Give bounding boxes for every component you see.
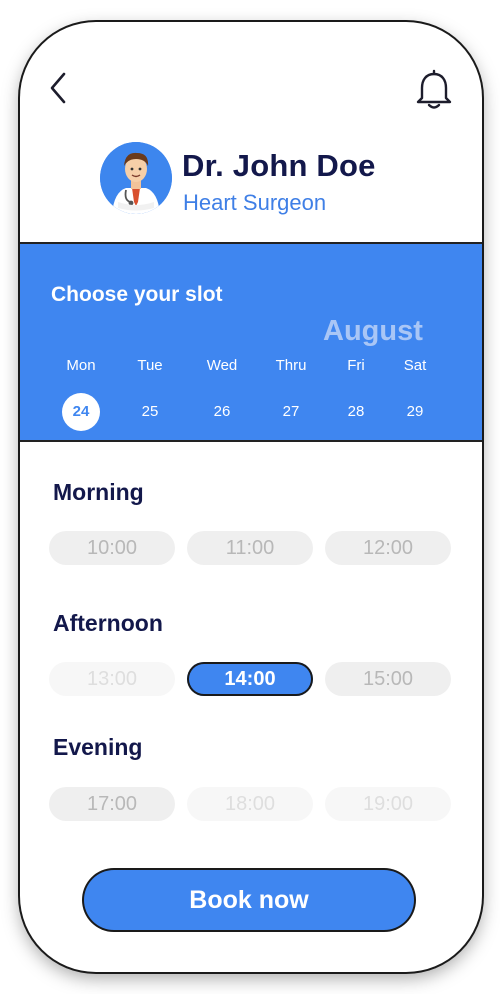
- day-name: Thru: [275, 357, 307, 374]
- day-name: Wed: [206, 357, 238, 374]
- chevron-left-icon[interactable]: [44, 68, 72, 108]
- day-tue[interactable]: Tue 25: [120, 356, 180, 431]
- time-slot[interactable]: 12:00: [325, 531, 451, 565]
- bell-icon[interactable]: [412, 68, 456, 112]
- phone-frame: Dr. John Doe Heart Surgeon Choose your s…: [20, 22, 482, 972]
- doctor-name: Dr. John Doe: [182, 148, 376, 183]
- time-slot[interactable]: 11:00: [187, 531, 313, 565]
- afternoon-label: Afternoon: [53, 610, 163, 636]
- time-slot-disabled: 19:00: [325, 787, 451, 821]
- book-now-button[interactable]: Book now: [84, 870, 414, 930]
- day-name: Mon: [66, 357, 96, 374]
- day-fri[interactable]: Fri 28: [326, 356, 386, 431]
- day-thu[interactable]: Thru 27: [261, 356, 321, 431]
- day-date-selected[interactable]: 24: [62, 393, 100, 431]
- time-slot[interactable]: 17:00: [49, 787, 175, 821]
- time-slot-selected[interactable]: 14:00: [187, 662, 313, 696]
- time-slot[interactable]: 15:00: [325, 662, 451, 696]
- day-name: Tue: [137, 357, 163, 374]
- day-mon[interactable]: Mon 24: [51, 356, 111, 431]
- day-date[interactable]: 28: [337, 393, 375, 431]
- time-slot[interactable]: 10:00: [49, 531, 175, 565]
- day-date[interactable]: 27: [272, 393, 310, 431]
- time-slot-disabled: 18:00: [187, 787, 313, 821]
- slot-heading: Choose your slot: [51, 283, 223, 306]
- time-slot-disabled: 13:00: [49, 662, 175, 696]
- evening-label: Evening: [53, 734, 143, 760]
- doctor-illustration-icon: [100, 142, 172, 214]
- day-name: Sat: [403, 357, 427, 374]
- day-wed[interactable]: Wed 26: [192, 356, 252, 431]
- date-picker-panel: Choose your slot August Mon 24 Tue 25 We…: [20, 242, 482, 442]
- month-label[interactable]: August: [323, 315, 423, 348]
- day-date[interactable]: 26: [203, 393, 241, 431]
- day-sat[interactable]: Sat 29: [385, 356, 445, 431]
- doctor-specialty: Heart Surgeon: [183, 190, 327, 215]
- morning-label: Morning: [53, 479, 144, 505]
- doctor-avatar: [100, 142, 172, 214]
- day-date[interactable]: 29: [396, 393, 434, 431]
- day-name: Fri: [347, 357, 365, 374]
- day-date[interactable]: 25: [131, 393, 169, 431]
